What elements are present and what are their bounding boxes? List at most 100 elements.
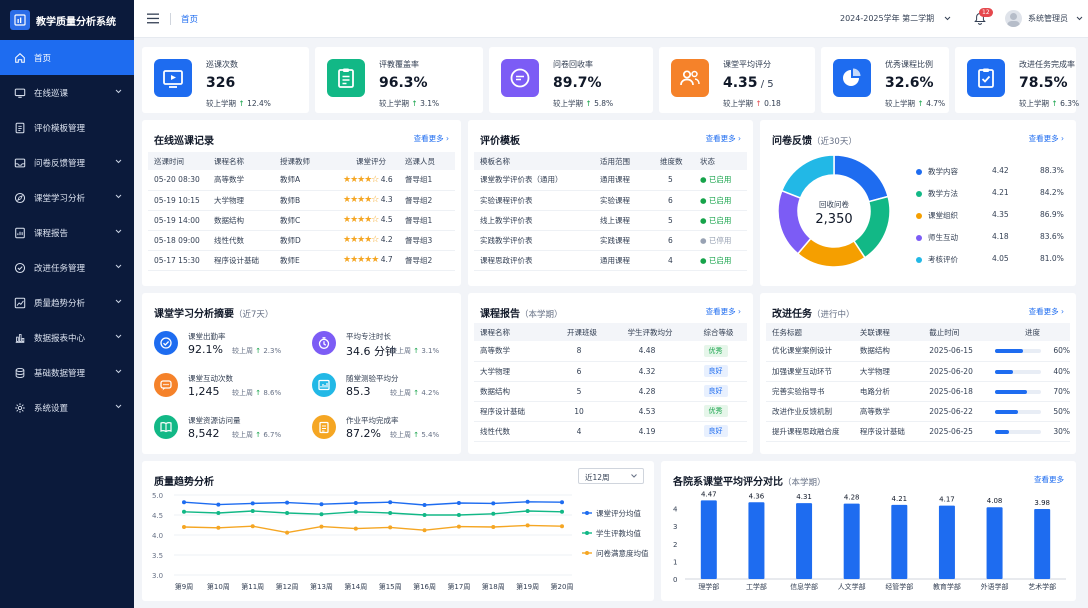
dept-more-link[interactable]: 查看更多 bbox=[1034, 474, 1064, 485]
term-selector[interactable]: 2024-2025学年 第二学期 bbox=[840, 13, 934, 24]
table-row[interactable]: 加强课堂互动环节 大学物理 2025-06-20 40% bbox=[766, 361, 1070, 382]
data-point[interactable] bbox=[250, 509, 255, 513]
table-row[interactable]: 05-18 09:00 线性代数 教师D ★★★★☆ 4.2 督导组3 bbox=[148, 230, 455, 251]
trend-period-select[interactable]: 近12周 bbox=[578, 468, 644, 484]
data-point[interactable] bbox=[560, 509, 564, 514]
bar[interactable] bbox=[843, 503, 860, 579]
sidebar-item-4[interactable]: 课堂学习分析 bbox=[0, 180, 134, 215]
table-row[interactable]: 05-17 15:30 程序设计基础 教师E ★★★★★ 4.7 督导组2 bbox=[148, 250, 455, 271]
breadcrumb[interactable]: 首页 bbox=[181, 13, 198, 25]
table-row[interactable]: 线上教学评价表 线上课程 5 ● 已启用 bbox=[474, 210, 747, 231]
table-row[interactable]: 实验课程评价表 实验课程 6 ● 已启用 bbox=[474, 190, 747, 211]
data-point[interactable] bbox=[216, 502, 221, 507]
sidebar-item-6[interactable]: 改进任务管理 bbox=[0, 250, 134, 285]
data-point[interactable] bbox=[353, 501, 358, 505]
survey-more-link[interactable]: 查看更多 › bbox=[1029, 133, 1064, 144]
data-point[interactable] bbox=[456, 501, 461, 505]
data-point[interactable] bbox=[388, 511, 393, 515]
table-row[interactable]: 优化课堂案例设计 数据结构 2025-06-15 60% bbox=[766, 341, 1070, 362]
data-point[interactable] bbox=[182, 500, 186, 505]
data-point[interactable] bbox=[491, 525, 496, 529]
user-name[interactable]: 系统管理员 bbox=[1028, 13, 1068, 24]
bar[interactable] bbox=[891, 504, 908, 579]
data-point[interactable] bbox=[388, 525, 393, 530]
timer-icon bbox=[312, 331, 336, 355]
sidebar-item-8[interactable]: 数据报表中心 bbox=[0, 320, 134, 355]
data-point[interactable] bbox=[491, 511, 496, 516]
sidebar-item-9[interactable]: 基础数据管理 bbox=[0, 355, 134, 390]
bar[interactable] bbox=[1034, 508, 1051, 579]
report-more-link[interactable]: 查看更多 › bbox=[706, 306, 741, 317]
data-point[interactable] bbox=[319, 512, 324, 517]
data-point[interactable] bbox=[525, 509, 530, 513]
data-point[interactable] bbox=[560, 524, 564, 529]
data-point[interactable] bbox=[216, 511, 221, 515]
bar[interactable] bbox=[748, 502, 765, 579]
data-point[interactable] bbox=[456, 513, 461, 517]
bar[interactable] bbox=[796, 503, 813, 579]
data-point[interactable] bbox=[388, 500, 393, 505]
data-point[interactable] bbox=[285, 511, 290, 515]
stat-card[interactable]: 改进任务完成率 78.5% 较上学期 ↑ 6.3% bbox=[955, 47, 1079, 113]
stat-card[interactable]: 巡课次数 326 较上学期 ↑ 12.4% bbox=[142, 47, 309, 113]
table-row[interactable]: 数据结构 5 4.28 良好 bbox=[474, 381, 747, 402]
sidebar-item-1[interactable]: 在线巡课 bbox=[0, 75, 134, 110]
data-point[interactable] bbox=[319, 502, 324, 507]
stat-compare: 较上学期 ↑ 3.1% bbox=[379, 99, 440, 108]
data-point[interactable] bbox=[422, 528, 427, 533]
stat-card[interactable]: 评教覆盖率 96.3% 较上学期 ↑ 3.1% bbox=[315, 47, 483, 113]
donut-slice-0[interactable] bbox=[833, 154, 889, 203]
table-row[interactable]: 实践教学评价表 实践课程 6 ● 已停用 bbox=[474, 230, 747, 251]
data-point[interactable] bbox=[525, 523, 530, 528]
task-more-link[interactable]: 查看更多 › bbox=[1029, 306, 1064, 317]
bar[interactable] bbox=[938, 505, 955, 579]
stat-card[interactable]: 优秀课程比例 32.6% 较上学期 ↑ 4.7% bbox=[821, 47, 949, 113]
data-point[interactable] bbox=[250, 524, 255, 529]
template-more-link[interactable]: 查看更多 › bbox=[706, 133, 741, 144]
data-point[interactable] bbox=[182, 525, 186, 529]
bar[interactable] bbox=[700, 500, 717, 579]
sidebar-item-0[interactable]: 首页 bbox=[0, 40, 134, 75]
table-row[interactable]: 线性代数 4 4.19 良好 bbox=[474, 421, 747, 442]
avatar[interactable] bbox=[1005, 10, 1022, 27]
data-point[interactable] bbox=[456, 524, 461, 529]
sidebar-item-2[interactable]: 评价模板管理 bbox=[0, 110, 134, 145]
stat-card[interactable]: 课堂平均评分 4.35 / 5 较上学期 ↑ 0.18 bbox=[659, 47, 815, 113]
table-row[interactable]: 05-19 14:00 数据结构 教师C ★★★★☆ 4.5 督导组1 bbox=[148, 210, 455, 231]
table-row[interactable]: 大学物理 6 4.32 良好 bbox=[474, 361, 747, 382]
sidebar-item-7[interactable]: 质量趋势分析 bbox=[0, 285, 134, 320]
data-point[interactable] bbox=[353, 526, 358, 531]
donut-slice-3[interactable] bbox=[777, 189, 812, 255]
data-point[interactable] bbox=[422, 503, 427, 507]
table-row[interactable]: 05-19 10:15 大学物理 教师B ★★★★☆ 4.3 督导组2 bbox=[148, 190, 455, 211]
table-row[interactable]: 提升课程思政融合度 程序设计基础 2025-06-25 30% bbox=[766, 421, 1070, 442]
bar[interactable] bbox=[986, 507, 1003, 579]
data-point[interactable] bbox=[319, 524, 324, 529]
inspection-more-link[interactable]: 查看更多 › bbox=[414, 133, 449, 144]
sidebar-item-3[interactable]: 问卷反馈管理 bbox=[0, 145, 134, 180]
table-row[interactable]: 完善实验指导书 电路分析 2025-06-18 70% bbox=[766, 381, 1070, 402]
menu-toggle-icon[interactable] bbox=[147, 13, 159, 24]
data-point[interactable] bbox=[216, 525, 221, 530]
data-point[interactable] bbox=[353, 509, 358, 514]
data-point[interactable] bbox=[525, 499, 530, 504]
inspection-card: 在线巡课记录 查看更多 › 巡课时间 课程名称 授课教师 课堂评分 巡课人员 0… bbox=[142, 120, 461, 286]
table-row[interactable]: 高等数学 8 4.48 优秀 bbox=[474, 341, 747, 362]
data-point[interactable] bbox=[422, 513, 427, 517]
table-row[interactable]: 改进作业反馈机制 高等数学 2025-06-22 50% bbox=[766, 401, 1070, 422]
sidebar-item-5[interactable]: 课程报告 bbox=[0, 215, 134, 250]
table-row[interactable]: 05-20 08:30 高等数学 教师A ★★★★☆ 4.6 督导组1 bbox=[148, 170, 455, 191]
table-row[interactable]: 课程思政评价表 通用课程 4 ● 已启用 bbox=[474, 250, 747, 271]
donut-slice-4[interactable] bbox=[780, 154, 835, 199]
data-point[interactable] bbox=[285, 530, 290, 535]
data-point[interactable] bbox=[491, 501, 496, 506]
data-point[interactable] bbox=[285, 500, 290, 505]
data-point[interactable] bbox=[560, 500, 564, 505]
sidebar-item-10[interactable]: 系统设置 bbox=[0, 390, 134, 425]
stat-card[interactable]: 问卷回收率 89.7% 较上学期 ↑ 5.8% bbox=[489, 47, 653, 113]
user-menu-chevron-icon[interactable] bbox=[1076, 16, 1083, 21]
data-point[interactable] bbox=[182, 509, 186, 514]
table-row[interactable]: 程序设计基础 10 4.53 优秀 bbox=[474, 401, 747, 422]
data-point[interactable] bbox=[250, 501, 255, 506]
table-row[interactable]: 课堂教学评价表（通用） 通用课程 5 ● 已启用 bbox=[474, 170, 747, 191]
